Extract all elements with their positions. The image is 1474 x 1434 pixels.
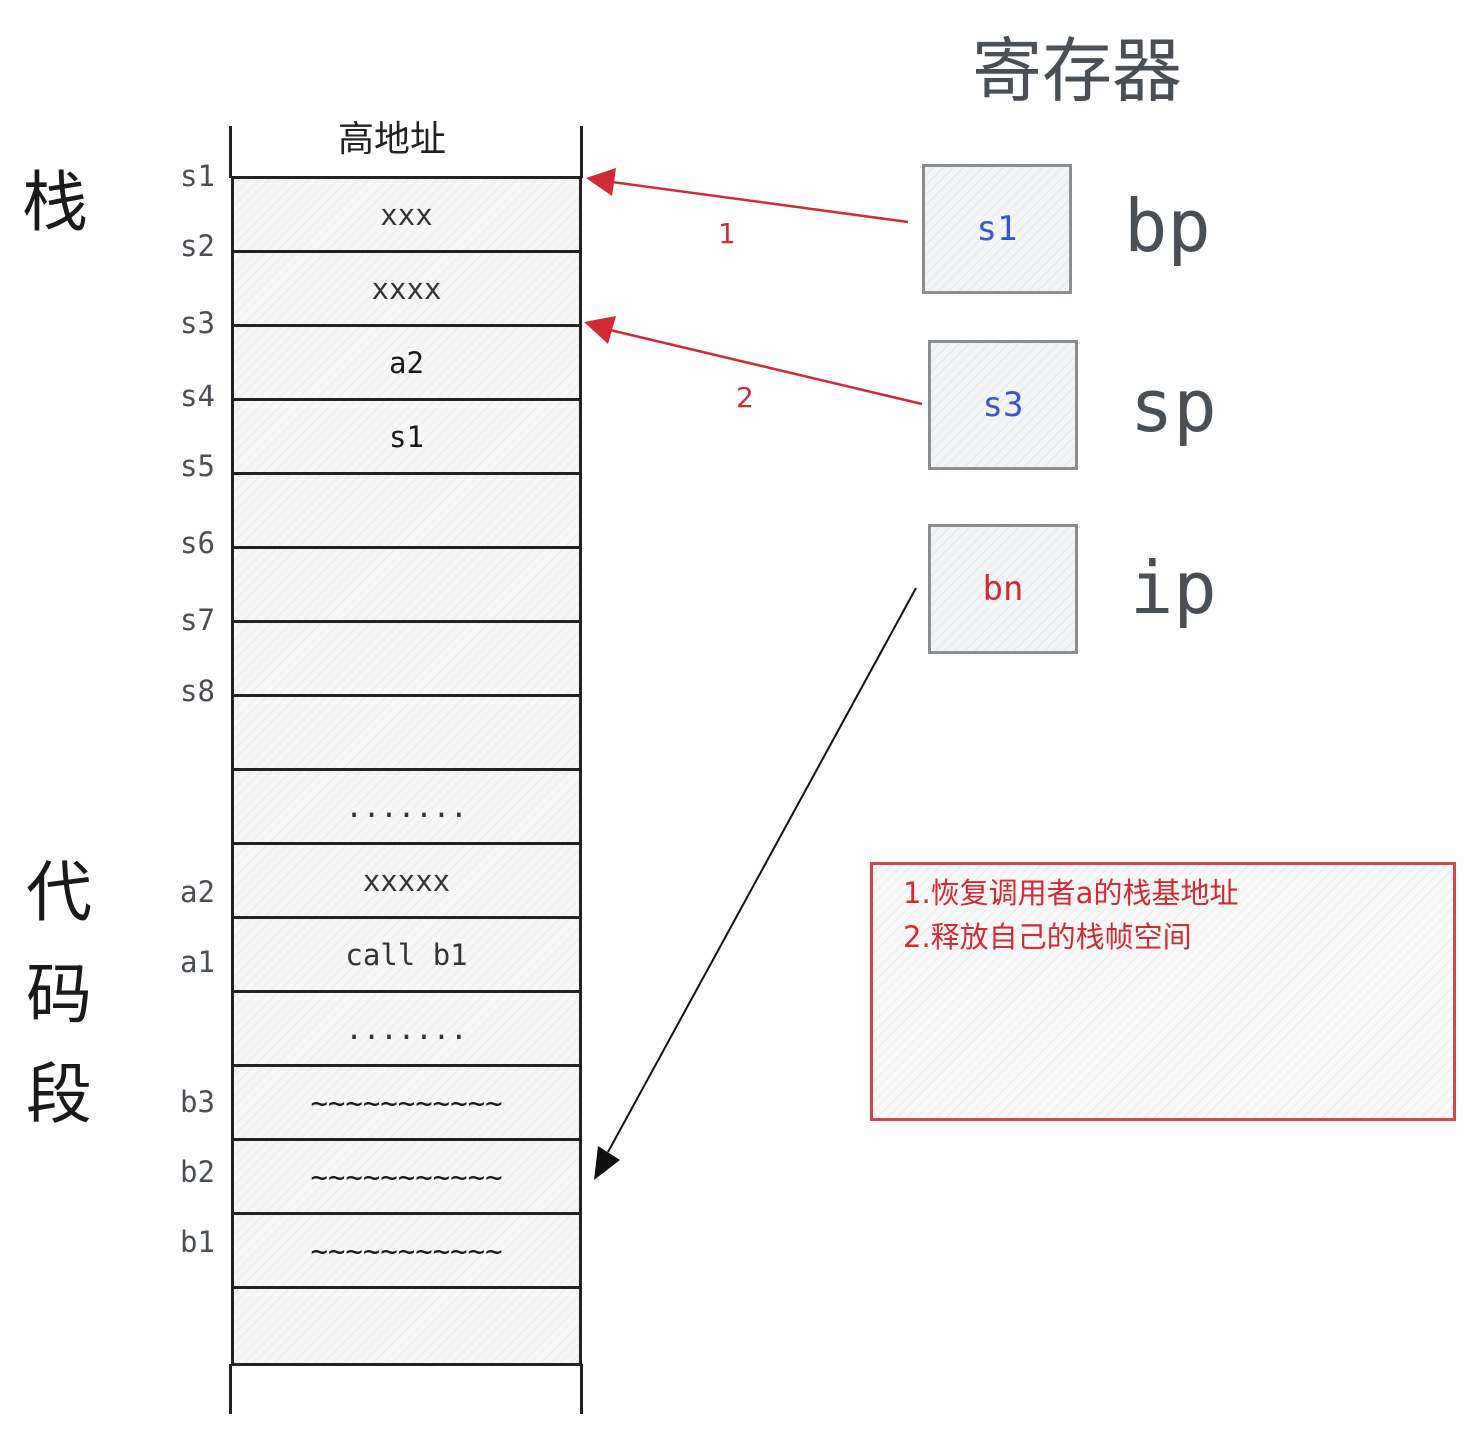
arrow-label-2: 2 bbox=[736, 381, 754, 414]
arrow-bp-to-s1-line bbox=[611, 180, 909, 224]
arrows-layer bbox=[584, 168, 923, 1180]
arrow-label-1: 1 bbox=[718, 217, 736, 250]
arrow-ip-to-b2-head bbox=[594, 1146, 620, 1180]
note-box: 1.恢复调用者a的栈基地址 2.释放自己的栈帧空间 bbox=[870, 862, 1456, 1121]
arrow-sp-to-s3-head bbox=[584, 316, 616, 344]
note-line-1: 1.恢复调用者a的栈基地址 bbox=[903, 876, 1239, 910]
note-line-2: 2.释放自己的栈帧空间 bbox=[903, 920, 1192, 954]
arrow-sp-to-s3-line bbox=[609, 328, 923, 406]
arrow-bp-to-s1-head bbox=[586, 168, 616, 196]
